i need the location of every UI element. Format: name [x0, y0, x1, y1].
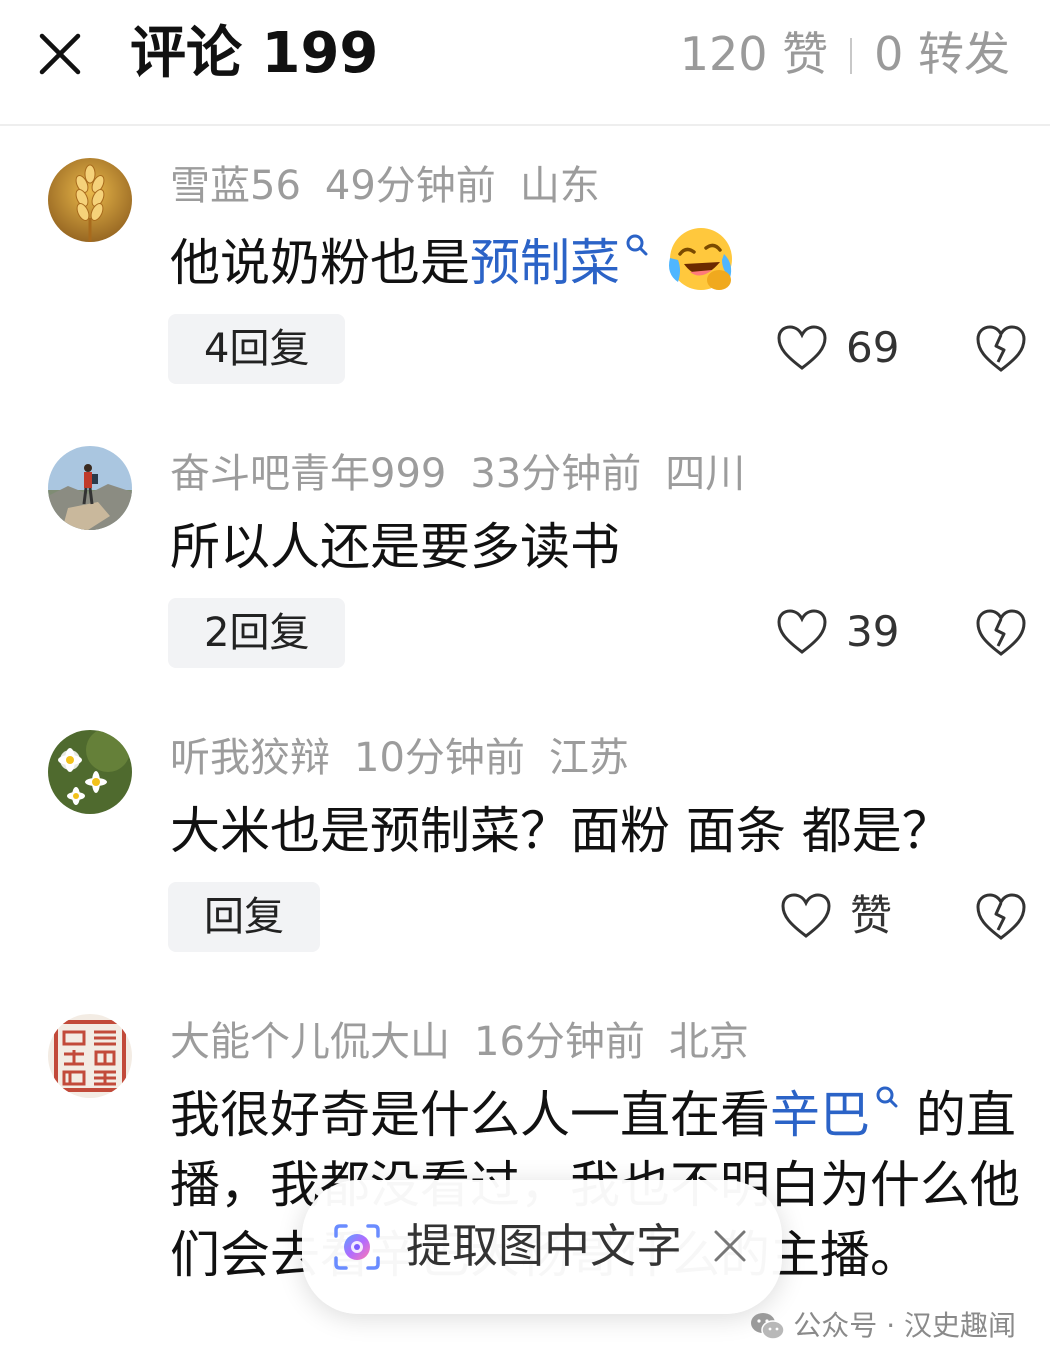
reply-button[interactable]: 回复 [168, 882, 320, 952]
heart-icon[interactable] [780, 892, 832, 940]
username[interactable]: 奋斗吧青年999 [170, 451, 446, 497]
crying-laughing-emoji [669, 228, 732, 290]
broken-heart-icon[interactable] [974, 606, 1028, 660]
comment-meta: 听我狡辩 10分钟前 江苏 [170, 730, 653, 786]
avatar[interactable] [48, 446, 132, 530]
topic-link[interactable]: 预制菜 [470, 234, 620, 292]
search-icon [876, 1086, 898, 1108]
username[interactable]: 大能个儿侃大山 [170, 1019, 450, 1065]
avatar[interactable] [48, 158, 132, 242]
broken-heart-icon[interactable] [974, 890, 1028, 944]
comment-meta: 大能个儿侃大山 16分钟前 北京 [170, 1014, 773, 1070]
comment-text-part: 他说奶粉也是 [170, 234, 470, 292]
username[interactable]: 听我狡辩 [170, 735, 330, 781]
like-button[interactable]: 39 [776, 602, 899, 662]
location: 北京 [668, 1019, 749, 1065]
comment-text: 大米也是预制菜？面粉 面条 都是？ [170, 802, 952, 860]
wechat-icon [751, 1313, 786, 1340]
like-count: 赞 [850, 891, 893, 940]
topic-link[interactable]: 辛巴 [770, 1086, 870, 1144]
page-title: 评论 199 [130, 21, 379, 86]
avatar[interactable] [48, 730, 132, 814]
timestamp: 49分钟前 [324, 163, 496, 209]
like-count: 39 [846, 607, 900, 656]
reposts-count[interactable]: 0 转发 [874, 27, 1010, 81]
likes-count[interactable]: 120 赞 [680, 27, 828, 81]
lens-icon [334, 1224, 380, 1270]
close-icon[interactable] [34, 28, 86, 80]
post-stats: 120 赞 0 转发 [680, 22, 1010, 86]
heart-icon[interactable] [776, 324, 828, 372]
comment-text: 所以人还是要多读书 [170, 518, 620, 576]
watermark-text: 公众号 · 汉史趣闻 [793, 1309, 1016, 1342]
comment-text: 他说奶粉也是预制菜 [170, 224, 1030, 298]
reply-button[interactable]: 4回复 [168, 314, 346, 384]
divider [850, 38, 853, 74]
extract-text-popup[interactable]: 提取图中文字 [302, 1180, 782, 1314]
like-button[interactable]: 赞 [780, 886, 892, 946]
location: 江苏 [548, 735, 629, 781]
username[interactable]: 雪蓝56 [170, 163, 301, 209]
watermark: 公众号 · 汉史趣闻 [749, 1306, 1016, 1346]
comments-page: 评论 199 120 赞 0 转发 雪蓝56 49分钟前 山东 他说奶粉也是预制菜… [0, 0, 1050, 1369]
like-count: 69 [846, 323, 900, 372]
comment-text-part: 我很好奇是什么人一直在看 [170, 1086, 770, 1144]
heart-icon[interactable] [776, 608, 828, 656]
extract-text-label: 提取图中文字 [406, 1219, 682, 1273]
broken-heart-icon[interactable] [974, 322, 1028, 376]
comment-meta: 奋斗吧青年999 33分钟前 四川 [170, 446, 769, 502]
location: 山东 [519, 163, 600, 209]
reply-button[interactable]: 2回复 [168, 598, 346, 668]
search-icon [626, 234, 648, 256]
comment-meta: 雪蓝56 49分钟前 山东 [170, 158, 624, 214]
like-button[interactable]: 69 [776, 318, 899, 378]
close-icon[interactable] [710, 1226, 750, 1266]
avatar[interactable] [48, 1014, 132, 1098]
timestamp: 10分钟前 [354, 735, 525, 781]
location: 四川 [665, 451, 746, 497]
timestamp: 16分钟前 [474, 1019, 645, 1065]
comments-header: 评论 199 120 赞 0 转发 [0, 0, 1050, 126]
timestamp: 33分钟前 [470, 451, 642, 497]
